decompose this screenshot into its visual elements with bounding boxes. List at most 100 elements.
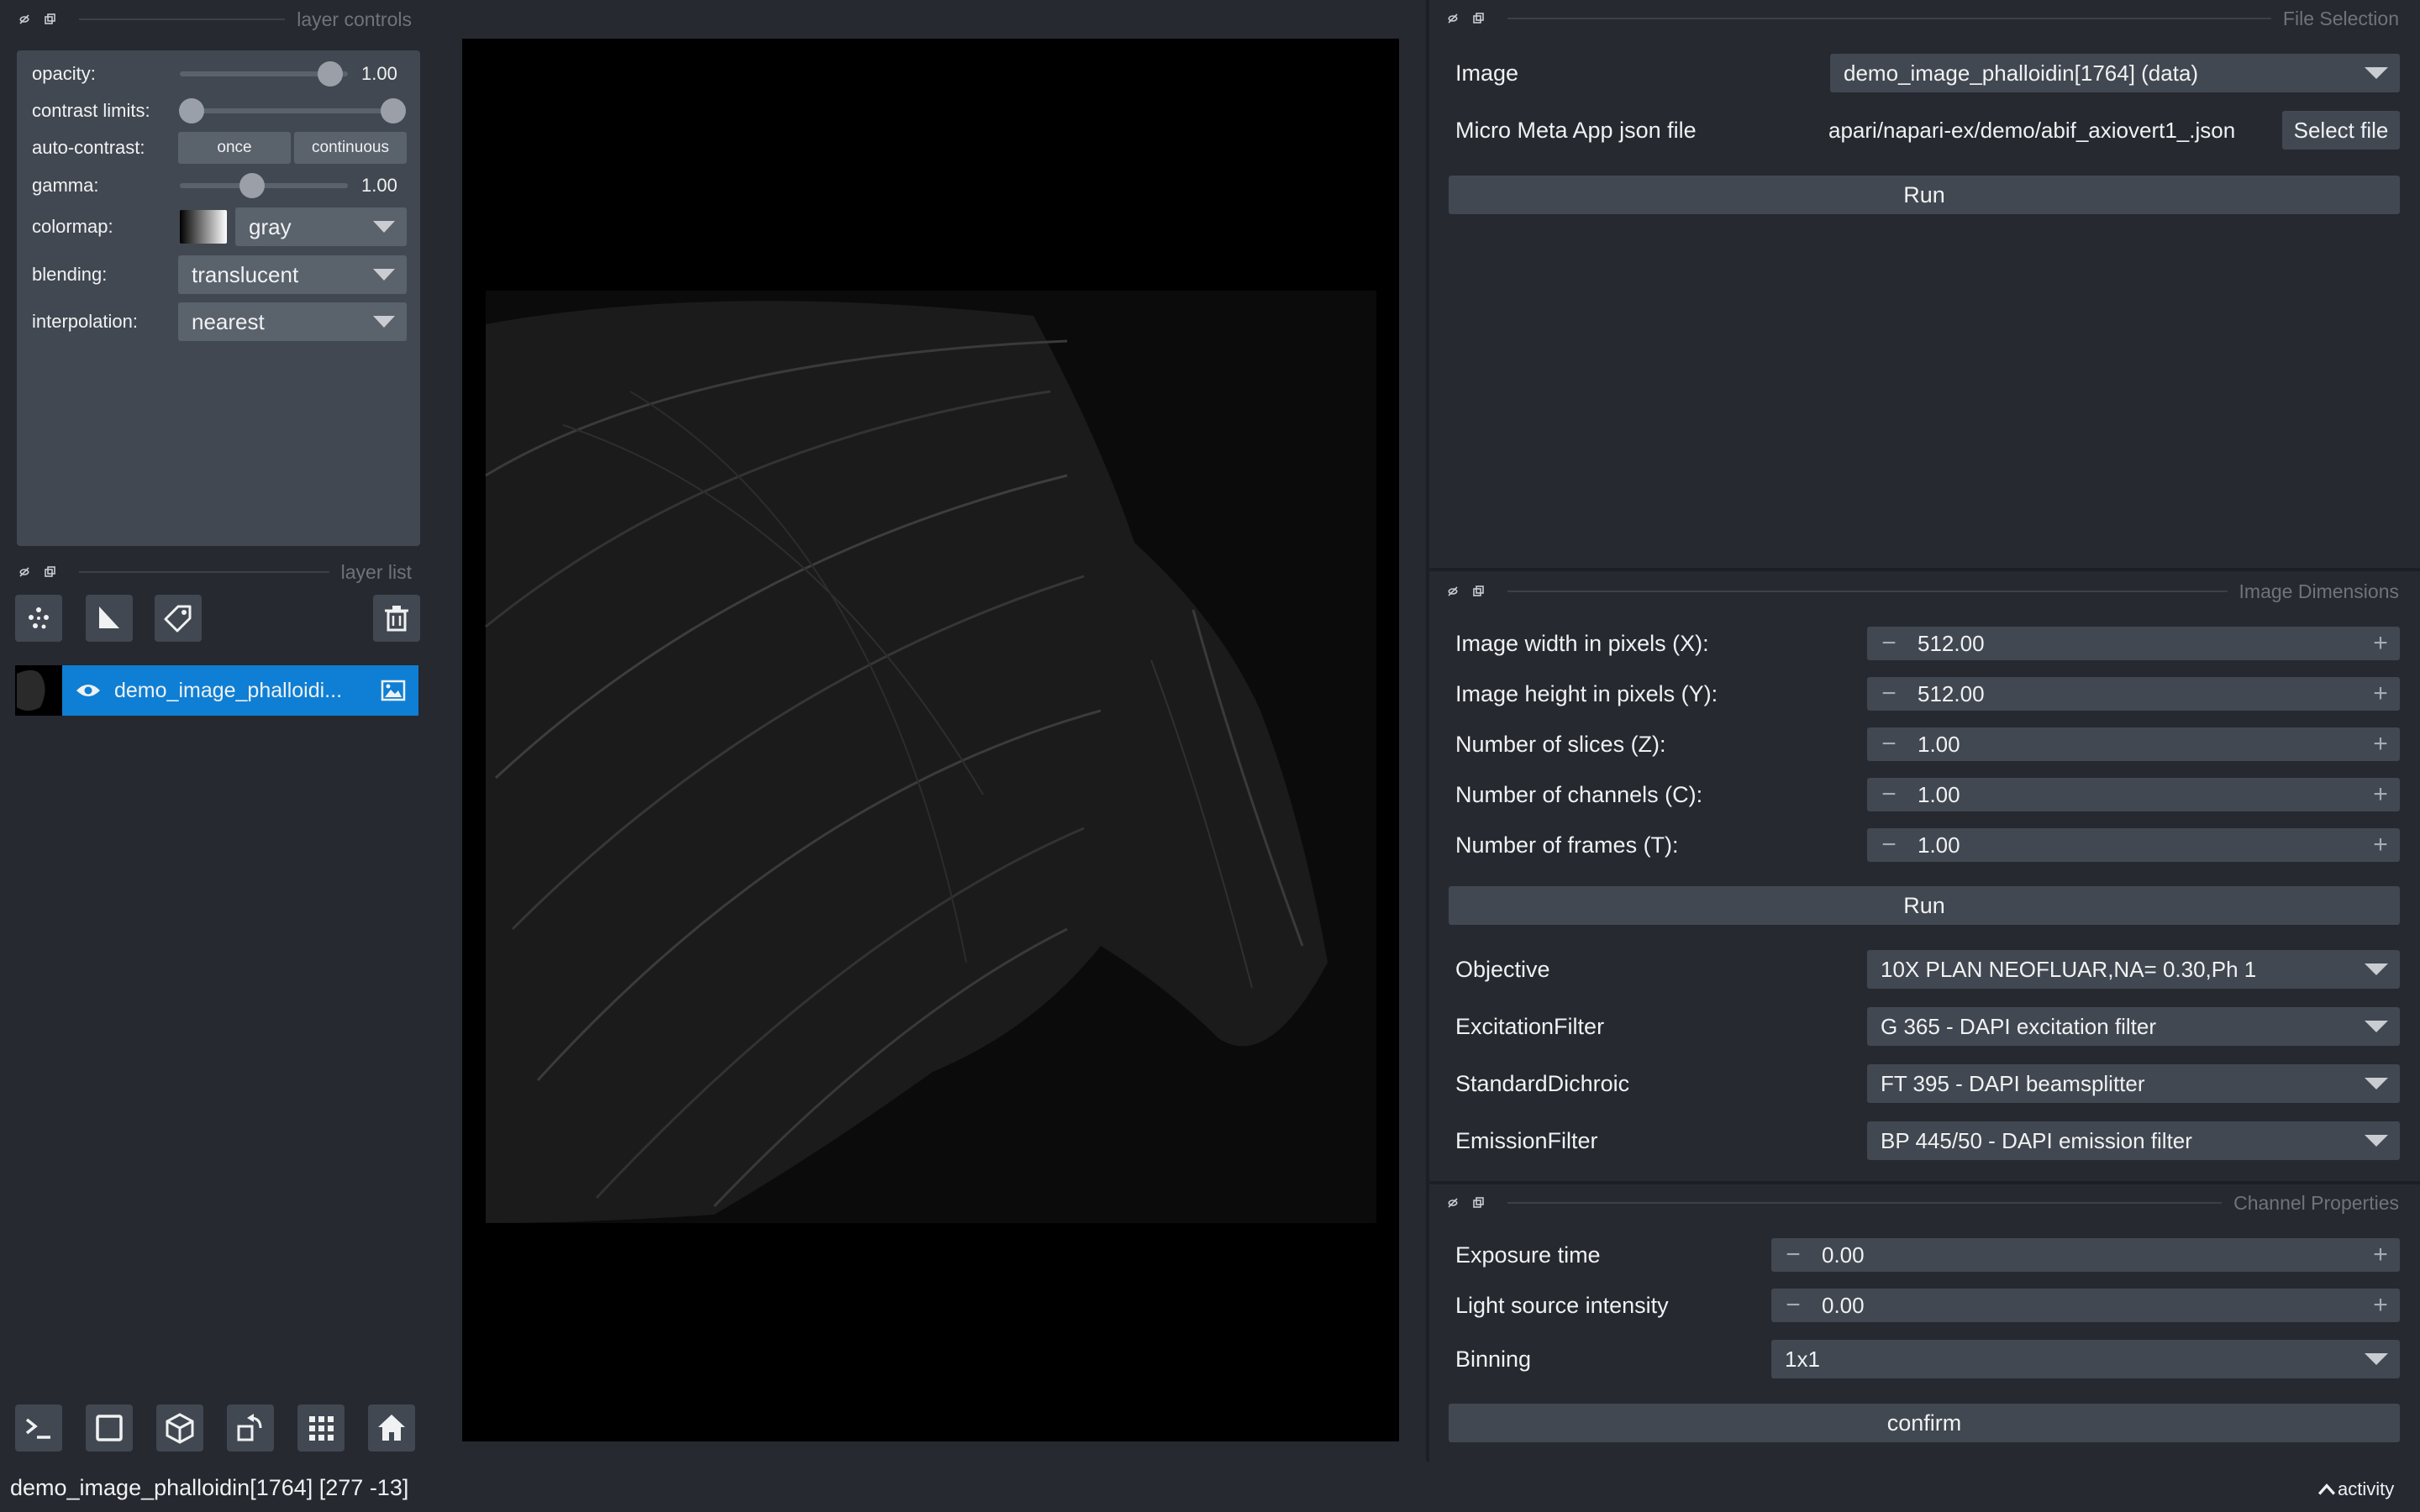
standard-dichroic-label: StandardDichroic [1455, 1071, 1630, 1096]
objective-value: 10X PLAN NEOFLUAR,NA= 0.30,Ph 1 [1881, 956, 2257, 982]
exposure-time-value[interactable]: 0.00 [1815, 1242, 2361, 1268]
light-source-intensity-spinbox[interactable]: − 0.00 + [1771, 1289, 2400, 1322]
new-labels-layer-button[interactable] [155, 595, 202, 642]
decrement-icon[interactable]: − [1771, 1291, 1815, 1320]
objective-select[interactable]: 10X PLAN NEOFLUAR,NA= 0.30,Ph 1 [1867, 950, 2400, 989]
increment-icon[interactable]: + [2361, 680, 2400, 708]
exposure-time-label: Exposure time [1455, 1242, 1601, 1268]
float-icon[interactable] [1470, 1195, 1486, 1210]
decrement-icon[interactable]: − [1867, 831, 1911, 859]
roll-dims-button[interactable] [227, 1404, 274, 1452]
decrement-icon[interactable]: − [1867, 730, 1911, 759]
excitation-filter-select[interactable]: G 365 - DAPI excitation filter [1867, 1007, 2400, 1046]
file-selection-run-button[interactable]: Run [1449, 176, 2400, 214]
interpolation-select[interactable]: nearest [178, 302, 407, 341]
close-icon[interactable] [17, 12, 32, 27]
colormap-select[interactable]: gray [235, 207, 407, 246]
increment-icon[interactable]: + [2361, 831, 2400, 859]
toggle-3d-button[interactable] [156, 1404, 203, 1452]
points-icon [29, 607, 49, 629]
activity-button[interactable]: activity [2317, 1478, 2394, 1500]
emission-filter-select[interactable]: BP 445/50 - DAPI emission filter [1867, 1121, 2400, 1160]
chevron-down-icon [2365, 1078, 2388, 1089]
image-height-spinbox[interactable]: − 512.00 + [1867, 677, 2400, 711]
visibility-toggle[interactable] [62, 665, 114, 716]
reset-view-button[interactable] [368, 1404, 415, 1452]
chevron-down-icon [373, 221, 395, 233]
roll-icon [237, 1414, 262, 1441]
contrast-limits-slider[interactable] [193, 108, 403, 113]
float-icon[interactable] [42, 564, 57, 580]
standard-dichroic-select[interactable]: FT 395 - DAPI beamsplitter [1867, 1064, 2400, 1103]
excitation-filter-label: ExcitationFilter [1455, 1014, 1605, 1039]
auto-contrast-continuous-button[interactable]: continuous [294, 132, 407, 164]
panel-splitter[interactable] [1429, 568, 2420, 571]
console-button[interactable] [15, 1404, 62, 1452]
auto-contrast-once-button[interactable]: once [178, 132, 291, 164]
panel-splitter[interactable] [1429, 1181, 2420, 1184]
light-source-intensity-value[interactable]: 0.00 [1815, 1293, 2361, 1319]
dock-splitter[interactable] [1426, 0, 1429, 1462]
contrast-limits-label: contrast limits: [32, 100, 150, 121]
json-file-path-field[interactable]: apari/napari-ex/demo/abif_axiovert1_.jso… [1828, 111, 2267, 150]
decrement-icon[interactable]: − [1771, 1241, 1815, 1269]
binning-select[interactable]: 1x1 [1771, 1340, 2400, 1378]
layer-name[interactable]: demo_image_phalloidi... [114, 679, 368, 703]
image-dimensions-run-button[interactable]: Run [1449, 886, 2400, 925]
layer-list-title: layer list [340, 560, 412, 583]
float-icon[interactable] [42, 12, 57, 27]
frames-value[interactable]: 1.00 [1911, 832, 2361, 858]
frames-spinbox[interactable]: − 1.00 + [1867, 828, 2400, 862]
contrast-high-handle[interactable] [381, 98, 406, 123]
slices-spinbox[interactable]: − 1.00 + [1867, 727, 2400, 761]
standard-dichroic-value: FT 395 - DAPI beamsplitter [1881, 1070, 2145, 1096]
blending-select[interactable]: translucent [178, 255, 407, 294]
decrement-icon[interactable]: − [1867, 629, 1911, 658]
increment-icon[interactable]: + [2361, 780, 2400, 809]
exposure-time-spinbox[interactable]: − 0.00 + [1771, 1238, 2400, 1272]
layer-controls-titlebar: layer controls [17, 8, 412, 30]
auto-contrast-row: auto-contrast: [32, 131, 145, 165]
close-icon[interactable] [17, 564, 32, 580]
image-select[interactable]: demo_image_phalloidin[1764] (data) [1830, 54, 2400, 92]
layer-list-item[interactable]: demo_image_phalloidi... [15, 665, 418, 716]
opacity-row: opacity: [32, 57, 96, 91]
increment-icon[interactable]: + [2361, 1291, 2400, 1320]
float-icon[interactable] [1470, 11, 1486, 26]
delete-layer-button[interactable] [373, 595, 420, 642]
slices-value[interactable]: 1.00 [1911, 732, 2361, 758]
channels-value[interactable]: 1.00 [1911, 782, 2361, 808]
confirm-button[interactable]: confirm [1449, 1404, 2400, 1442]
close-icon[interactable] [1445, 11, 1460, 26]
increment-icon[interactable]: + [2361, 730, 2400, 759]
close-icon[interactable] [1445, 584, 1460, 599]
opacity-slider-handle[interactable] [318, 61, 343, 87]
increment-icon[interactable]: + [2361, 1241, 2400, 1269]
image-width-spinbox[interactable]: − 512.00 + [1867, 627, 2400, 660]
new-points-layer-button[interactable] [15, 595, 62, 642]
image-canvas[interactable] [462, 39, 1399, 1441]
image-width-value[interactable]: 512.00 [1911, 631, 2361, 657]
decrement-icon[interactable]: − [1867, 680, 1911, 708]
decrement-icon[interactable]: − [1867, 780, 1911, 809]
ndisplay-toggle-button[interactable] [86, 1404, 133, 1452]
channels-spinbox[interactable]: − 1.00 + [1867, 778, 2400, 811]
json-file-path: apari/napari-ex/demo/abif_axiovert1_.jso… [1828, 117, 2236, 143]
select-file-button[interactable]: Select file [2282, 111, 2400, 150]
image-dimensions-titlebar: Image Dimensions [1445, 580, 2399, 602]
chevron-down-icon [373, 269, 395, 281]
image-select-value: demo_image_phalloidin[1764] (data) [1844, 60, 2199, 86]
blending-label: blending: [32, 264, 108, 285]
new-shapes-layer-button[interactable] [86, 595, 133, 642]
image-height-value[interactable]: 512.00 [1911, 681, 2361, 707]
gamma-label: gamma: [32, 175, 99, 196]
light-source-intensity-label: Light source intensity [1455, 1293, 1669, 1318]
increment-icon[interactable]: + [2361, 629, 2400, 658]
home-icon [378, 1415, 405, 1441]
close-icon[interactable] [1445, 1195, 1460, 1210]
float-icon[interactable] [1470, 584, 1486, 599]
contrast-low-handle[interactable] [179, 98, 204, 123]
channel-properties-title: Channel Properties [2233, 1191, 2399, 1214]
grid-view-button[interactable] [297, 1404, 345, 1452]
gamma-slider-handle[interactable] [239, 173, 265, 198]
